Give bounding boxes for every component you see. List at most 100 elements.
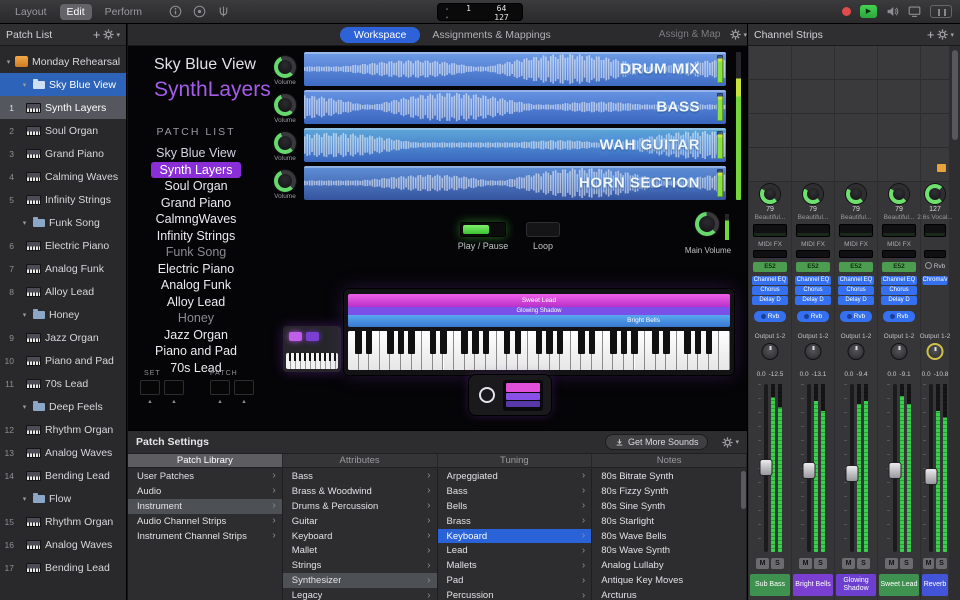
lcd-up-arrow-icon[interactable]: ▴ — [442, 5, 452, 13]
lcd-display[interactable]: ▴ 1 64 ▾ 127 — [437, 3, 523, 21]
workspace-patch-item[interactable]: Electric Piano — [158, 261, 234, 278]
eq-thumbnail[interactable] — [753, 224, 787, 237]
workspace-patch-item[interactable]: Jazz Organ — [164, 327, 228, 344]
sidebar-patch-row[interactable]: 9Jazz Organ — [0, 326, 126, 349]
solo-button[interactable]: S — [900, 558, 913, 569]
black-key[interactable] — [461, 331, 467, 354]
patch-selector-display[interactable] — [234, 380, 254, 395]
increment-arrow-icon[interactable]: ▲ — [210, 399, 230, 405]
mode-edit-button[interactable]: Edit — [60, 4, 92, 20]
sidebar-patch-row[interactable]: 1170s Lead — [0, 372, 126, 395]
sidebar-set-row[interactable]: ▾Flow — [0, 487, 126, 510]
black-key[interactable] — [408, 331, 414, 354]
library-item[interactable]: Mallet› — [283, 543, 437, 558]
audio-fx-slot[interactable]: Rvb — [923, 262, 947, 272]
loop-button[interactable] — [526, 222, 560, 237]
sidebar-concert-row[interactable]: ▾Monday Rehearsal — [0, 50, 126, 73]
library-item[interactable]: Arcturus — [592, 588, 746, 600]
midi-fx-slot[interactable] — [924, 250, 946, 258]
library-item[interactable]: Keyboard› — [438, 529, 592, 544]
expression-knob[interactable] — [803, 184, 823, 204]
insert-slot[interactable]: Channel EQ — [795, 276, 831, 285]
record-button[interactable] — [842, 7, 851, 16]
play-button[interactable]: ▶ — [860, 5, 877, 18]
sidebar-patch-row[interactable]: 16Analog Waves — [0, 533, 126, 556]
assign-map-button[interactable]: Assign & Map — [659, 29, 721, 40]
sidebar-patch-row[interactable]: 17Bending Lead — [0, 556, 126, 579]
library-item[interactable]: Arpeggiated› — [438, 469, 592, 484]
layer-strip-bright-bells[interactable]: Bright Bells — [348, 315, 730, 327]
tab-assignments-mappings[interactable]: Assignments & Mappings — [432, 29, 550, 41]
library-item[interactable]: Instrument Channel Strips› — [128, 529, 282, 544]
library-item[interactable]: Legacy› — [283, 588, 437, 600]
pan-knob[interactable] — [848, 343, 865, 360]
midi-fx-slot[interactable] — [839, 250, 873, 258]
library-item[interactable]: Strings› — [283, 558, 437, 573]
strip-name[interactable]: Sub Bass — [750, 574, 790, 596]
library-item[interactable]: Bells› — [438, 499, 592, 514]
insert-slot[interactable]: Channel EQ — [752, 276, 788, 285]
workspace-patch-item[interactable]: Funk Song — [166, 244, 226, 261]
library-item[interactable]: Pad› — [438, 573, 592, 588]
set-selector-display[interactable] — [140, 380, 160, 395]
tab-patch-library[interactable]: Patch Library — [128, 454, 283, 467]
drum-pad[interactable] — [289, 332, 302, 341]
drum-pad[interactable] — [306, 332, 319, 341]
insert-slot[interactable]: Chorus — [838, 286, 874, 295]
sidebar-patch-row[interactable]: 6Electric Piano — [0, 234, 126, 257]
speaker-icon[interactable] — [886, 5, 899, 18]
insert-slot[interactable]: Delay D — [752, 296, 788, 305]
workspace-patch-item[interactable]: Synth Layers — [151, 162, 242, 179]
black-key[interactable] — [440, 331, 446, 354]
library-scrollbar[interactable] — [741, 471, 746, 509]
volume-knob[interactable] — [274, 56, 296, 78]
library-item[interactable]: User Patches› — [128, 469, 282, 484]
display-icon[interactable] — [908, 5, 921, 18]
library-item[interactable]: Keyboard› — [283, 529, 437, 544]
eq-thumbnail[interactable] — [882, 224, 916, 237]
pan-knob[interactable] — [927, 343, 944, 360]
gear-icon[interactable] — [103, 29, 114, 40]
tab-tuning[interactable]: Tuning — [438, 454, 593, 467]
send-slot[interactable]: Rvb — [754, 311, 786, 322]
strip-name[interactable]: Bright Bells — [793, 574, 833, 596]
audio-fx-slot[interactable]: E52 — [796, 262, 830, 272]
black-key[interactable] — [589, 331, 595, 354]
library-item[interactable]: Audio Channel Strips› — [128, 514, 282, 529]
gear-icon[interactable] — [730, 29, 741, 40]
mute-button[interactable]: M — [756, 558, 769, 569]
black-key[interactable] — [387, 331, 393, 354]
send-slot[interactable]: Rvb — [797, 311, 829, 322]
sidebar-set-row[interactable]: ▾Deep Feels — [0, 395, 126, 418]
disclosure-triangle-icon[interactable]: ▾ — [20, 495, 29, 503]
sidebar-patch-row[interactable]: 5Infinity Strings — [0, 188, 126, 211]
disclosure-triangle-icon[interactable]: ▾ — [20, 403, 29, 411]
black-key[interactable] — [631, 331, 637, 354]
fader-cap[interactable] — [889, 462, 902, 479]
black-key[interactable] — [536, 331, 542, 354]
insert-slot[interactable]: Delay D — [795, 296, 831, 305]
workspace-patch-item[interactable]: Alloy Lead — [167, 294, 225, 311]
gear-icon[interactable] — [722, 437, 733, 448]
black-key[interactable] — [472, 331, 478, 354]
insert-slot[interactable]: Chorus — [752, 286, 788, 295]
sidebar-set-row[interactable]: ▾Sky Blue View — [0, 73, 126, 96]
increment-arrow-icon[interactable]: ▲ — [164, 399, 184, 405]
workspace-patch-item[interactable]: Honey — [178, 310, 214, 327]
black-key[interactable] — [621, 331, 627, 354]
solo-button[interactable]: S — [936, 558, 947, 569]
feedback-icon[interactable] — [193, 5, 206, 18]
expression-knob[interactable] — [925, 184, 945, 204]
library-item[interactable]: Antique Key Moves — [592, 573, 746, 588]
disclosure-triangle-icon[interactable]: ▾ — [20, 81, 29, 89]
layer-strip-glowing-shadow[interactable]: Glowing Shadow — [348, 307, 730, 315]
patch-selector-display[interactable] — [210, 380, 230, 395]
mute-button[interactable]: M — [842, 558, 855, 569]
library-item[interactable]: Mallets› — [438, 558, 592, 573]
solo-button[interactable]: S — [814, 558, 827, 569]
expression-knob[interactable] — [760, 184, 780, 204]
play-pause-button[interactable] — [460, 222, 506, 237]
library-item[interactable]: 80s Fizzy Synth — [592, 484, 746, 499]
library-item[interactable]: Guitar› — [283, 514, 437, 529]
gear-icon[interactable] — [937, 29, 948, 40]
